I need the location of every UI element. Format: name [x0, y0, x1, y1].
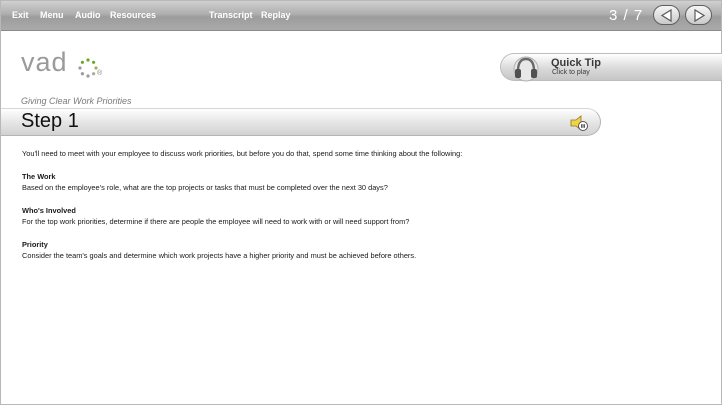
app-window: Exit Menu Audio Resources Transcript Rep… — [0, 0, 722, 405]
step-header-bar — [1, 108, 601, 136]
triangle-right-icon — [694, 8, 706, 23]
quick-tip-title: Quick Tip — [551, 57, 601, 69]
replay-button[interactable]: Replay — [261, 10, 291, 20]
section-heading: The Work — [22, 172, 56, 181]
menu-button[interactable]: Menu — [40, 10, 64, 20]
triangle-left-icon — [660, 8, 672, 23]
quick-tip-subtitle: Click to play — [552, 69, 590, 76]
vado-logo: vad — [21, 47, 68, 77]
intro-text: You'll need to meet with your employee t… — [22, 149, 463, 158]
top-toolbar: Exit Menu Audio Resources Transcript Rep… — [1, 1, 721, 31]
section-text: Based on the employee's role, what are t… — [22, 183, 388, 192]
registered-mark: ® — [97, 70, 103, 77]
section-text: For the top work priorities, determine i… — [22, 217, 410, 226]
step-title: Step 1 — [21, 110, 79, 132]
previous-button[interactable] — [653, 5, 680, 25]
dotted-o-logo-icon — [78, 58, 98, 78]
exit-button[interactable]: Exit — [12, 10, 29, 20]
quick-tip-button[interactable]: Quick Tip Click to play — [500, 53, 722, 82]
headphones-icon — [513, 56, 539, 82]
lesson-content: You'll need to meet with your employee t… — [22, 148, 682, 261]
audio-button[interactable]: Audio — [75, 10, 101, 20]
audio-speaker-icon[interactable] — [569, 114, 589, 132]
next-button[interactable] — [685, 5, 712, 25]
lesson-subtitle: Giving Clear Work Priorities — [21, 96, 132, 106]
section-heading: Priority — [22, 240, 48, 249]
transcript-button[interactable]: Transcript — [209, 10, 253, 20]
section-heading: Who's Involved — [22, 206, 76, 215]
section-text: Consider the team's goals and determine … — [22, 251, 417, 260]
page-indicator: 3 / 7 — [609, 7, 644, 24]
resources-button[interactable]: Resources — [110, 10, 156, 20]
